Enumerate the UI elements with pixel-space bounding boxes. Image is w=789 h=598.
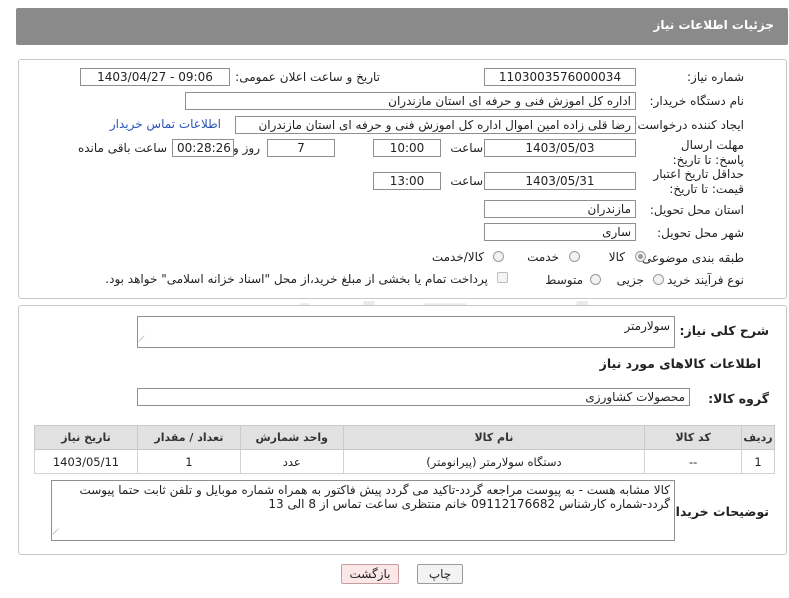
goods-group-field: محصولات کشاورزی [137,388,690,406]
goods-group-label: گروه کالا: [708,391,769,406]
deadline-time-label: ساعت [450,141,483,155]
buyer-notes-text: کالا مشابه هست - به پیوست مراجعه گردد-تا… [79,483,670,511]
back-button[interactable]: بازگشت [341,564,399,584]
price-validity-label: حداقل تاریخ اعتبار قیمت: تا تاریخ: [653,167,744,196]
cell-unit: عدد [239,449,344,474]
process-medium-label: متوسط [545,273,583,287]
col-name-header: نام کالا [342,425,646,450]
buyer-notes-label: توضیحات خریدار: [663,504,769,519]
description-label: شرح کلی نیاز: [679,323,769,338]
days-label: روز و [233,141,260,155]
description-textarea[interactable]: سولارمتر [137,316,675,348]
process-medium-radio[interactable] [590,274,601,285]
col-row-header: ردیف [741,425,775,450]
remaining-time-field: 00:28:26 [172,139,234,157]
process-type-label: نوع فرآیند خرید : [659,273,744,287]
announce-label: تاریخ و ساعت اعلان عمومی: [235,70,380,84]
category-goods-radio[interactable] [635,251,646,262]
process-minor-radio[interactable] [653,274,664,285]
cell-row: 1 [741,449,775,474]
print-button[interactable]: چاپ [417,564,463,584]
buyer-notes-textarea[interactable]: کالا مشابه هست - به پیوست مراجعه گردد-تا… [51,480,675,541]
treasury-payment-note: پرداخت تمام یا بخشی از مبلغ خرید،از محل … [105,272,488,286]
cell-name: دستگاه سولارمتر (پیرانومتر) [342,449,646,474]
category-label: طبقه بندی موضوعی: [637,251,744,265]
col-date-header: تاریخ نیاز [34,425,138,450]
price-validity-date-field: 1403/05/31 [484,172,636,190]
remaining-days-field: 7 [267,139,335,157]
city-label: شهر محل تحویل: [657,226,744,240]
goods-table-header: ردیف کد کالا نام کالا واحد شمارش تعداد /… [34,425,775,450]
process-minor-label: جزیی [616,273,644,287]
buyer-org-label: نام دستگاه خریدار: [649,94,745,108]
goods-table: ردیف کد کالا نام کالا واحد شمارش تعداد /… [34,425,775,474]
table-row: 1 -- دستگاه سولارمتر (پیرانومتر) عدد 1 1… [34,449,775,474]
page-header: جزئیات اطلاعات نیاز [16,8,788,45]
cell-date: 1403/05/11 [34,449,138,474]
col-code-header: کد کالا [644,425,743,450]
category-service-radio[interactable] [569,251,580,262]
category-goods-service-radio[interactable] [493,251,504,262]
price-validity-time-label: ساعت [450,174,483,188]
buyer-org-field: اداره کل اموزش فنی و حرفه ای استان مازند… [185,92,636,110]
category-goods-service-label: کالا/خدمت [431,250,484,264]
cell-code: -- [644,449,743,474]
price-validity-time-field: 13:00 [373,172,441,190]
resize-grip-icon[interactable] [52,528,64,540]
announce-field: 1403/04/27 - 09:06 [80,68,230,86]
need-number-label: شماره نیاز: [687,70,744,84]
deadline-date-field: 1403/05/03 [484,139,636,157]
treasury-payment-checkbox[interactable] [497,272,508,283]
requester-label: ایجاد کننده درخواست: [633,118,744,132]
col-qty-header: تعداد / مقدار [136,425,241,450]
resize-grip-icon[interactable] [138,335,150,347]
buyer-contact-link[interactable]: اطلاعات تماس خریدار [110,117,221,131]
need-number-field: 1103003576000034 [484,68,636,86]
category-service-label: خدمت [527,250,559,264]
goods-info-title: اطلاعات کالاهای مورد نیاز [599,356,761,371]
page-title: جزئیات اطلاعات نیاز [653,18,774,32]
province-label: استان محل تحویل: [649,203,744,217]
cell-qty: 1 [136,449,241,474]
remaining-time-label: ساعت باقی مانده [77,141,167,155]
city-field: ساری [484,223,636,241]
category-goods-label: کالا [608,250,625,264]
deadline-time-field: 10:00 [373,139,441,157]
requester-field: رضا قلی زاده امین اموال اداره کل اموزش ف… [235,116,636,134]
deadline-label: مهلت ارسال پاسخ: تا تاریخ: [672,138,744,167]
description-text: سولارمتر [624,319,670,333]
province-field: مازندران [484,200,636,218]
col-unit-header: واحد شمارش [239,425,344,450]
